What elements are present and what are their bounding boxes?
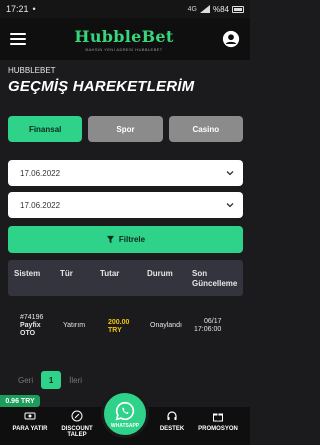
nav-discount-label-2: TALEP	[67, 432, 87, 438]
nav-deposit-label: PARA YATIR	[12, 426, 48, 432]
filter-button-label: Filtrele	[118, 235, 146, 244]
filter-button[interactable]: Filtrele	[8, 226, 243, 253]
status-bar: 17:21 • 4G %84	[0, 0, 250, 18]
status-time: 17:21	[6, 4, 29, 14]
logo-tagline: BAHSİN YENİ ADRESİ HUBBLEBET	[85, 46, 163, 52]
row-system: Payfix OTO	[20, 322, 41, 337]
brand-label: HUBBLEBET	[8, 66, 56, 75]
column-header-type: Tür	[60, 269, 73, 278]
filter-icon	[106, 235, 114, 244]
category-tabs: Finansal Spor Casino	[8, 116, 243, 142]
whatsapp-icon	[115, 401, 135, 421]
column-header-system: Sistem	[14, 269, 41, 278]
logo[interactable]: HubbleBet BAHSİN YENİ ADRESİ HUBBLEBET	[74, 27, 173, 52]
chevron-down-icon	[226, 171, 234, 176]
signal-icon	[199, 5, 210, 13]
start-date-value: 17.06.2022	[20, 168, 61, 178]
row-date: 06/17	[204, 318, 222, 325]
table-header: Sistem Tür Tutar Durum Son Güncelleme	[8, 260, 243, 296]
start-date-field[interactable]: 17.06.2022	[8, 160, 243, 186]
row-id: #74196	[20, 314, 44, 321]
logo-text: HubbleBet	[74, 26, 174, 46]
money-icon	[24, 412, 36, 420]
battery-percent: %84	[212, 4, 229, 14]
column-header-amount: Tutar	[100, 269, 120, 278]
end-date-field[interactable]: 17.06.2022	[8, 192, 243, 218]
notification-dot-icon: •	[32, 4, 36, 14]
percent-icon	[71, 410, 83, 422]
column-header-status: Durum	[147, 269, 173, 278]
chevron-down-icon	[226, 203, 234, 208]
next-page-button[interactable]: İleri	[69, 376, 82, 385]
end-date-value: 17.06.2022	[20, 200, 61, 210]
prev-page-button[interactable]: Geri	[18, 376, 33, 385]
menu-icon[interactable]	[10, 33, 26, 45]
nav-support[interactable]: DESTEK	[150, 410, 194, 432]
whatsapp-button[interactable]	[101, 390, 149, 438]
row-type: Yatırım	[63, 322, 86, 329]
nav-deposit[interactable]: PARA YATIR	[8, 410, 52, 432]
tab-spor[interactable]: Spor	[88, 116, 163, 142]
whatsapp-label: WHATSAPP	[110, 423, 140, 429]
row-currency: TRY	[108, 327, 122, 334]
pagination: Geri 1 İleri	[18, 371, 82, 389]
headset-icon	[167, 411, 177, 420]
gift-icon	[213, 413, 223, 422]
profile-icon[interactable]	[222, 30, 240, 48]
column-header-last-update: Son Güncelleme	[192, 269, 238, 288]
nav-promotion-label: PROMOSYON	[198, 426, 238, 432]
tab-casino[interactable]: Casino	[168, 116, 243, 142]
nav-support-label: DESTEK	[159, 426, 185, 432]
app-header: HubbleBet BAHSİN YENİ ADRESİ HUBBLEBET	[0, 18, 250, 60]
battery-icon	[232, 5, 244, 13]
nav-discount[interactable]: DISCOUNT TALEP	[55, 410, 99, 438]
row-status: Onaylandı	[150, 322, 182, 329]
page-title: GEÇMİŞ HAREKETLERİM	[8, 78, 195, 95]
page-number-button[interactable]: 1	[41, 371, 62, 389]
row-time: 17:06:00	[194, 326, 222, 333]
nav-promotion[interactable]: PROMOSYON	[196, 410, 240, 432]
signal-label: 4G	[187, 5, 197, 13]
tab-finansal[interactable]: Finansal	[8, 116, 83, 142]
table-row[interactable]: #74196 Payfix OTO Yatırım 200.00 TRY Ona…	[8, 312, 243, 342]
balance-badge[interactable]: 0.96 TRY	[0, 395, 40, 407]
row-amount: 200.00	[108, 319, 130, 326]
